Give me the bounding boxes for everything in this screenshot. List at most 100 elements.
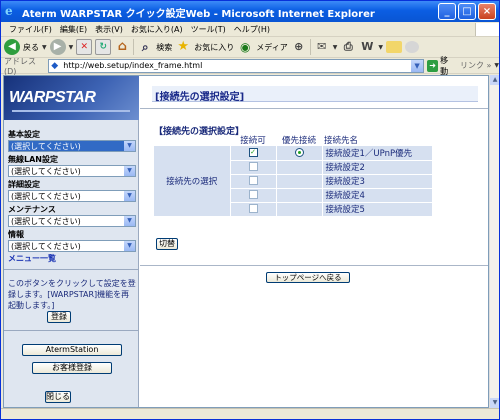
nav-group-info: 情報 (選択してください) ▼ bbox=[8, 230, 136, 252]
chevron-down-icon[interactable]: ▼ bbox=[124, 216, 135, 226]
select-value: (選択してください) bbox=[11, 241, 81, 251]
back-dropdown-icon[interactable]: ▼ bbox=[42, 44, 47, 51]
divider bbox=[4, 269, 139, 270]
forward-arrow-icon[interactable]: ▶ bbox=[49, 39, 66, 55]
go-button-label: 移動 bbox=[440, 55, 449, 76]
menu-file[interactable]: ファイル(F) bbox=[5, 24, 56, 35]
search-button-label[interactable]: 検索 bbox=[156, 42, 172, 53]
switch-button[interactable]: 切替 bbox=[156, 238, 178, 250]
register-button[interactable]: 登録 bbox=[47, 311, 71, 323]
chevron-down-icon[interactable]: ▼ bbox=[124, 141, 135, 151]
title-bar: e Aterm WARPSTAR クイック設定Web - Microsoft I… bbox=[1, 1, 499, 22]
basic-settings-select[interactable]: (選択してください) ▼ bbox=[8, 140, 136, 152]
chevron-down-icon[interactable]: ▼ bbox=[124, 241, 135, 251]
enable-checkbox-1[interactable]: ✓ bbox=[248, 147, 258, 157]
address-url[interactable]: http://web.setup/index_frame.html bbox=[63, 61, 409, 70]
scroll-up-icon[interactable]: ▲ bbox=[490, 75, 499, 85]
go-button[interactable]: ➜ 移動 bbox=[427, 55, 455, 77]
mail-icon[interactable]: ✉ bbox=[314, 39, 330, 55]
close-window-button[interactable]: × bbox=[478, 3, 496, 20]
history-icon[interactable]: ⊕ bbox=[291, 39, 307, 55]
vertical-scrollbar[interactable]: ▲ ▼ bbox=[489, 75, 499, 408]
menu-list-link[interactable]: メニュー一覧 bbox=[8, 253, 56, 264]
word-edit-icon[interactable]: W bbox=[359, 39, 375, 55]
favorites-star-icon[interactable]: ★ bbox=[175, 39, 191, 55]
nav-label-basic: 基本設定 bbox=[8, 130, 40, 139]
window-title: Aterm WARPSTAR クイック設定Web - Microsoft Int… bbox=[22, 9, 375, 20]
close-button[interactable]: 閉じる bbox=[45, 391, 71, 403]
media-button-label[interactable]: メディア bbox=[256, 42, 287, 53]
refresh-icon[interactable]: ↻ bbox=[95, 39, 112, 55]
nav-group-wireless: 無線LAN設定 (選択してください) ▼ bbox=[8, 155, 136, 177]
menu-favorites[interactable]: お気に入り(A) bbox=[127, 24, 187, 35]
favorites-button-label[interactable]: お気に入り bbox=[194, 42, 234, 53]
enable-checkbox-4[interactable] bbox=[248, 190, 258, 199]
column-header-enable: 接続可 bbox=[240, 136, 266, 146]
menu-bar: ファイル(F) 編集(E) 表示(V) お気に入り(A) ツール(T) ヘルプ(… bbox=[1, 22, 499, 37]
register-note: このボタンをクリックして設定を登録します。[WARPSTAR]機能を再起動します… bbox=[8, 279, 136, 310]
back-button-label[interactable]: 戻る bbox=[23, 42, 39, 53]
toolbar-separator bbox=[309, 39, 311, 55]
column-header-name: 接続先名 bbox=[324, 136, 359, 146]
divider bbox=[140, 265, 488, 266]
scroll-down-icon[interactable]: ▼ bbox=[490, 398, 499, 408]
maximize-button[interactable]: □ bbox=[458, 3, 476, 20]
connection-name-2: 接続設定2 bbox=[322, 160, 432, 175]
priority-radio-1[interactable] bbox=[294, 147, 304, 157]
maintenance-select[interactable]: (選択してください) ▼ bbox=[8, 215, 136, 227]
links-settings-icon[interactable]: ▼ bbox=[494, 62, 499, 69]
internet-explorer-icon: e bbox=[5, 4, 13, 18]
menu-view[interactable]: 表示(V) bbox=[91, 24, 127, 35]
customer-register-button[interactable]: お客様登録 bbox=[32, 362, 112, 374]
nav-label-advanced: 詳細設定 bbox=[8, 180, 40, 189]
divider bbox=[140, 108, 488, 109]
home-icon[interactable]: ⌂ bbox=[114, 39, 130, 55]
nav-group-advanced: 詳細設定 (選択してください) ▼ bbox=[8, 180, 136, 202]
minimize-button[interactable]: _ bbox=[438, 3, 456, 20]
address-dropdown-icon[interactable]: ▼ bbox=[411, 59, 424, 72]
folder-icon[interactable] bbox=[385, 41, 402, 53]
connection-table: 接続可 優先接続 接続先名 接続先の選択 ✓ 接続設定1／UPnP優先 接続設定… bbox=[154, 134, 432, 217]
menu-help[interactable]: ヘルプ(H) bbox=[230, 24, 274, 35]
enable-checkbox-5[interactable] bbox=[248, 204, 258, 213]
top-page-button[interactable]: トップページへ戻る bbox=[266, 272, 350, 283]
connection-name-5: 接続設定5 bbox=[322, 202, 432, 217]
edit-dropdown-icon[interactable]: ▼ bbox=[378, 44, 383, 51]
connection-name-3: 接続設定3 bbox=[322, 174, 432, 189]
address-input[interactable]: ◆ http://web.setup/index_frame.html ▼ bbox=[48, 58, 425, 73]
nav-label-wireless: 無線LAN設定 bbox=[8, 155, 58, 164]
enable-checkbox-2[interactable] bbox=[248, 162, 258, 171]
warpstar-logo: WARPSTAR bbox=[4, 76, 139, 120]
wireless-settings-select[interactable]: (選択してください) ▼ bbox=[8, 165, 136, 177]
logo-text: WARPSTAR bbox=[9, 89, 96, 106]
info-select[interactable]: (選択してください) ▼ bbox=[8, 240, 136, 252]
print-icon[interactable]: ⎙ bbox=[340, 39, 356, 55]
nav-label-maintenance: メンテナンス bbox=[8, 205, 56, 214]
table-row: 接続先の選択 ✓ 接続設定1／UPnP優先 bbox=[154, 146, 432, 217]
forward-dropdown-icon[interactable]: ▼ bbox=[69, 44, 74, 51]
toolbar-separator bbox=[133, 39, 135, 55]
menu-edit[interactable]: 編集(E) bbox=[56, 24, 91, 35]
menu-tools[interactable]: ツール(T) bbox=[187, 24, 230, 35]
divider bbox=[4, 330, 139, 331]
media-icon[interactable]: ◉ bbox=[237, 39, 253, 55]
messenger-icon[interactable] bbox=[404, 41, 419, 53]
stop-icon[interactable]: ✕ bbox=[76, 39, 93, 55]
chevron-down-icon[interactable]: ▼ bbox=[124, 166, 135, 176]
advanced-settings-select[interactable]: (選択してください) ▼ bbox=[8, 190, 136, 202]
atermstation-button[interactable]: AtermStation bbox=[22, 344, 122, 356]
mail-dropdown-icon[interactable]: ▼ bbox=[333, 44, 338, 51]
column-header-priority: 優先接続 bbox=[281, 136, 316, 146]
enable-checkbox-3[interactable] bbox=[248, 176, 258, 185]
back-arrow-icon[interactable]: ◀ bbox=[4, 39, 20, 55]
table-corner bbox=[154, 134, 230, 146]
connection-name-1: 接続設定1／UPnP優先 bbox=[322, 146, 432, 161]
links-button[interactable]: リンク » bbox=[460, 60, 491, 71]
address-label: アドレス(D) bbox=[4, 56, 36, 76]
select-value: (選択してください) bbox=[11, 216, 81, 226]
search-icon[interactable]: ⌕ bbox=[137, 39, 153, 55]
select-value: (選択してください) bbox=[11, 166, 81, 176]
nav-group-basic: 基本設定 (選択してください) ▼ bbox=[8, 130, 136, 152]
go-arrow-icon: ➜ bbox=[427, 59, 439, 72]
chevron-down-icon[interactable]: ▼ bbox=[124, 191, 135, 201]
